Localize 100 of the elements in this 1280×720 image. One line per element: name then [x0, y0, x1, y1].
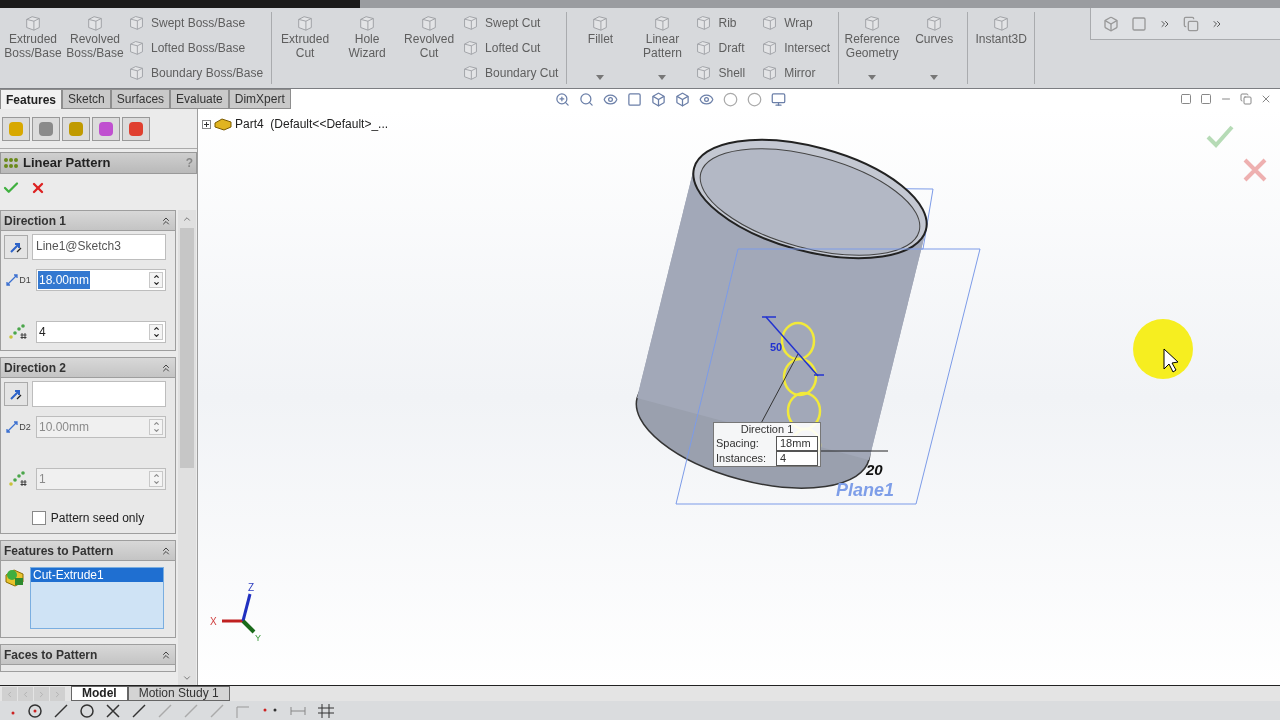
cube-icon	[650, 91, 666, 107]
close-icon	[1260, 93, 1272, 105]
ribbon-button[interactable]: Mirror	[761, 63, 835, 82]
ribbon-button[interactable]: Swept Cut	[462, 13, 563, 32]
box-icon	[420, 14, 439, 32]
section-header[interactable]: Faces to Pattern	[1, 645, 175, 665]
callout-title: Direction 1	[739, 423, 795, 436]
bottom-tab[interactable]: Motion Study 1	[127, 686, 230, 701]
caret-icon[interactable]	[868, 75, 877, 80]
ribbon-button[interactable]: Intersect	[761, 38, 835, 57]
ribbon-button[interactable]: Extruded Boss/Base	[4, 12, 62, 82]
command-tab[interactable]: Features	[0, 89, 63, 109]
reverse-direction-button[interactable]	[4, 235, 28, 259]
dimension-label: 50	[770, 341, 783, 353]
box-icon	[992, 14, 1011, 32]
ribbon-button[interactable]: Swept Boss/Base	[128, 13, 268, 32]
caret-icon[interactable]	[930, 75, 939, 80]
ribbon-button[interactable]: Boundary Boss/Base	[128, 63, 268, 82]
monitor-icon	[770, 91, 786, 107]
ribbon-button[interactable]: Hole Wizard	[338, 12, 397, 82]
ribbon-button[interactable]: Revolved Boss/Base	[66, 12, 124, 82]
plane-label: Plane1	[836, 480, 895, 500]
section-header[interactable]: Direction 1	[1, 211, 175, 231]
callout-label: Instances:	[716, 452, 768, 465]
scrollbar[interactable]	[178, 210, 196, 685]
ribbon-button[interactable]: Revolved Cut	[400, 12, 459, 82]
box-icon	[128, 14, 145, 31]
cancel-icon	[1243, 158, 1267, 182]
box-icon	[128, 64, 145, 81]
search-icon	[578, 91, 594, 107]
panel-tab-icon[interactable]	[62, 116, 90, 141]
box-icon	[296, 14, 315, 32]
scrollbar-thumb[interactable]	[180, 228, 194, 468]
callout-label: Spacing:	[716, 437, 760, 450]
trim-icon[interactable]	[106, 703, 120, 718]
feature-icon	[4, 567, 26, 587]
ribbon-button[interactable]: Draft	[695, 38, 750, 57]
caret-icon[interactable]	[596, 75, 605, 80]
box-icon	[761, 14, 779, 31]
circle-icon[interactable]	[28, 703, 42, 718]
box-icon	[86, 14, 104, 32]
ribbon-button[interactable]: Instant3D	[972, 12, 1031, 82]
box-icon	[462, 14, 480, 31]
box-icon	[358, 14, 377, 32]
command-tab[interactable]: Surfaces	[110, 89, 171, 109]
bottom-tab[interactable]: Model	[71, 686, 128, 701]
ribbon-button[interactable]: Extruded Cut	[276, 12, 335, 82]
command-tab[interactable]: Sketch	[62, 89, 111, 109]
spinner-control[interactable]	[149, 272, 163, 288]
box-icon	[24, 14, 42, 32]
list-item[interactable]: Cut-Extrude1	[31, 568, 163, 582]
number-field[interactable]: 4	[36, 321, 166, 343]
ribbon-button[interactable]: Fillet	[571, 12, 630, 82]
scroll-up-icon[interactable]	[182, 214, 192, 224]
reverse-direction-button[interactable]	[4, 382, 28, 406]
box-icon	[462, 64, 480, 81]
caret-icon[interactable]	[658, 75, 667, 80]
panel-title: Linear Pattern	[23, 154, 111, 173]
cursor-icon	[1163, 348, 1179, 373]
box-icon	[761, 39, 779, 56]
line-icon[interactable]	[132, 703, 146, 718]
direction-field[interactable]	[32, 381, 166, 407]
selection-list[interactable]: Cut-Extrude1	[30, 567, 164, 629]
window-icon	[1183, 15, 1199, 32]
box-icon	[591, 14, 610, 32]
ribbon-button[interactable]: Linear Pattern	[633, 12, 692, 82]
section-header[interactable]: Features to Pattern	[1, 541, 175, 561]
panel-tab-icon[interactable]	[32, 116, 60, 141]
panel-tab-icon[interactable]	[92, 116, 120, 141]
ribbon-button[interactable]: Lofted Boss/Base	[128, 38, 268, 57]
part-icon	[214, 117, 232, 131]
panel-tab-icon[interactable]	[2, 116, 30, 141]
ribbon-button[interactable]: Wrap	[761, 13, 835, 32]
callout-field[interactable]: 18mm	[776, 436, 818, 451]
callout-field[interactable]: 4	[776, 451, 818, 466]
cube-icon	[1103, 15, 1119, 32]
grid-icon[interactable]	[318, 703, 334, 718]
ribbon-button[interactable]: Reference Geometry	[843, 12, 902, 82]
ok-icon	[1206, 125, 1234, 148]
cube-icon	[674, 91, 690, 107]
arrow-icon	[9, 387, 23, 401]
line-icon[interactable]	[54, 703, 68, 718]
panel-tab-icon[interactable]	[122, 116, 150, 141]
number-field[interactable]: 18.00mm	[36, 269, 166, 291]
polygon-icon[interactable]	[80, 703, 94, 718]
ribbon-button[interactable]: Rib	[695, 13, 750, 32]
ribbon-button[interactable]: Lofted Cut	[462, 38, 563, 57]
command-tab[interactable]: DimXpert	[228, 89, 291, 109]
scroll-down-icon[interactable]	[182, 673, 192, 683]
ribbon-button[interactable]: Curves	[905, 12, 964, 82]
direction-field[interactable]: Line1@Sketch3	[32, 234, 166, 260]
command-tab[interactable]: Evaluate	[170, 89, 229, 109]
box-icon	[925, 14, 944, 32]
ribbon-button[interactable]: Shell	[695, 63, 750, 82]
expand-icon[interactable]	[202, 119, 211, 129]
spinner-control[interactable]	[149, 324, 163, 340]
box-icon	[695, 64, 713, 81]
tree-item[interactable]: Part4 (Default<<Default>_...	[235, 115, 389, 133]
cancel-button[interactable]	[30, 180, 46, 196]
ribbon-button[interactable]: Boundary Cut	[462, 63, 563, 82]
